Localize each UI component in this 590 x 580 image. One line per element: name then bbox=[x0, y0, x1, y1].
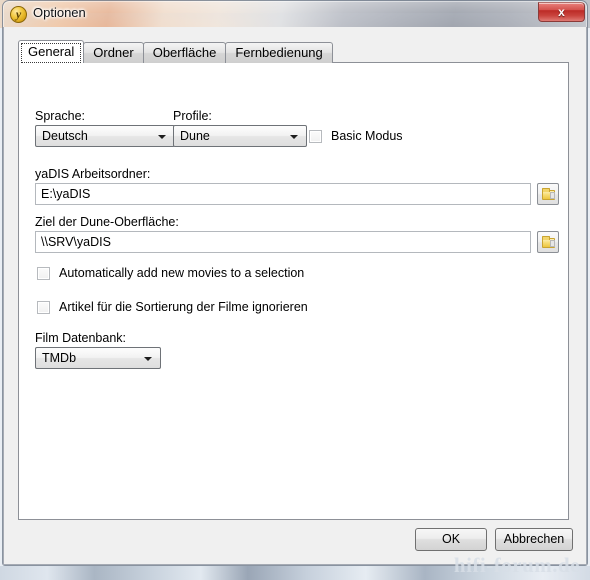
folder-icon bbox=[542, 236, 555, 248]
work-folder-input[interactable]: E:\yaDIS bbox=[35, 183, 531, 205]
chevron-down-icon bbox=[290, 135, 298, 139]
profile-select[interactable]: Dune bbox=[173, 125, 307, 147]
dune-target-value: \\SRV\yaDIS bbox=[41, 235, 111, 249]
options-dialog-window: y Optionen x General Ordner Oberfläche F… bbox=[0, 0, 590, 570]
tab-general-label: General bbox=[28, 44, 75, 59]
tab-strip: General Ordner Oberfläche Fernbedienung bbox=[18, 40, 333, 63]
dune-target-input[interactable]: \\SRV\yaDIS bbox=[35, 231, 531, 253]
chevron-down-icon bbox=[144, 357, 152, 361]
ignore-articles-label: Artikel für die Sortierung der Filme ign… bbox=[59, 300, 308, 314]
profile-value: Dune bbox=[180, 129, 210, 143]
dune-target-browse-button[interactable] bbox=[537, 231, 559, 253]
profile-label: Profile: bbox=[173, 109, 212, 123]
tab-panel-general: Sprache: Deutsch Profile: Dune Basic Mod… bbox=[18, 62, 569, 520]
movie-db-value: TMDb bbox=[42, 351, 77, 365]
tab-general[interactable]: General bbox=[18, 40, 85, 63]
dialog-client-area: General Ordner Oberfläche Fernbedienung … bbox=[3, 27, 587, 565]
movie-db-label: Film Datenbank: bbox=[35, 331, 127, 345]
cancel-button[interactable]: Abbrechen bbox=[495, 528, 573, 551]
title-bar-glass bbox=[3, 1, 587, 27]
work-folder-browse-button[interactable] bbox=[537, 183, 559, 205]
auto-add-movies-checkbox[interactable] bbox=[37, 266, 50, 280]
language-label: Sprache: bbox=[35, 109, 86, 123]
work-folder-value: E:\yaDIS bbox=[41, 187, 91, 201]
tab-ordner[interactable]: Ordner bbox=[83, 42, 144, 63]
basic-mode-label: Basic Modus bbox=[331, 129, 403, 143]
basic-mode-checkbox[interactable] bbox=[309, 129, 322, 143]
movie-db-select[interactable]: TMDb bbox=[35, 347, 161, 369]
yadis-coin-icon: y bbox=[10, 6, 27, 23]
tab-fernbedienung-label: Fernbedienung bbox=[235, 45, 323, 60]
close-icon[interactable]: x bbox=[538, 2, 585, 22]
language-select[interactable]: Deutsch bbox=[35, 125, 175, 147]
tab-ordner-label: Ordner bbox=[93, 45, 134, 60]
chevron-down-icon bbox=[158, 135, 166, 139]
tab-oberflaeche[interactable]: Oberfläche bbox=[142, 42, 227, 63]
ok-button[interactable]: OK bbox=[415, 528, 487, 551]
ignore-articles-checkbox-row[interactable]: Artikel für die Sortierung der Filme ign… bbox=[37, 300, 308, 314]
window-title: Optionen bbox=[33, 5, 86, 20]
basic-mode-checkbox-row[interactable]: Basic Modus bbox=[309, 129, 403, 143]
folder-icon bbox=[542, 188, 555, 200]
auto-add-movies-label: Automatically add new movies to a select… bbox=[59, 266, 305, 280]
dune-target-label: Ziel der Dune-Oberfläche: bbox=[35, 215, 179, 229]
tab-fernbedienung[interactable]: Fernbedienung bbox=[225, 42, 333, 63]
title-bar[interactable]: y Optionen x bbox=[3, 1, 587, 27]
work-folder-label: yaDIS Arbeitsordner: bbox=[35, 167, 151, 181]
auto-add-movies-checkbox-row[interactable]: Automatically add new movies to a select… bbox=[37, 266, 304, 280]
language-value: Deutsch bbox=[42, 129, 88, 143]
tab-oberflaeche-label: Oberfläche bbox=[152, 45, 217, 60]
ignore-articles-checkbox[interactable] bbox=[37, 300, 50, 314]
